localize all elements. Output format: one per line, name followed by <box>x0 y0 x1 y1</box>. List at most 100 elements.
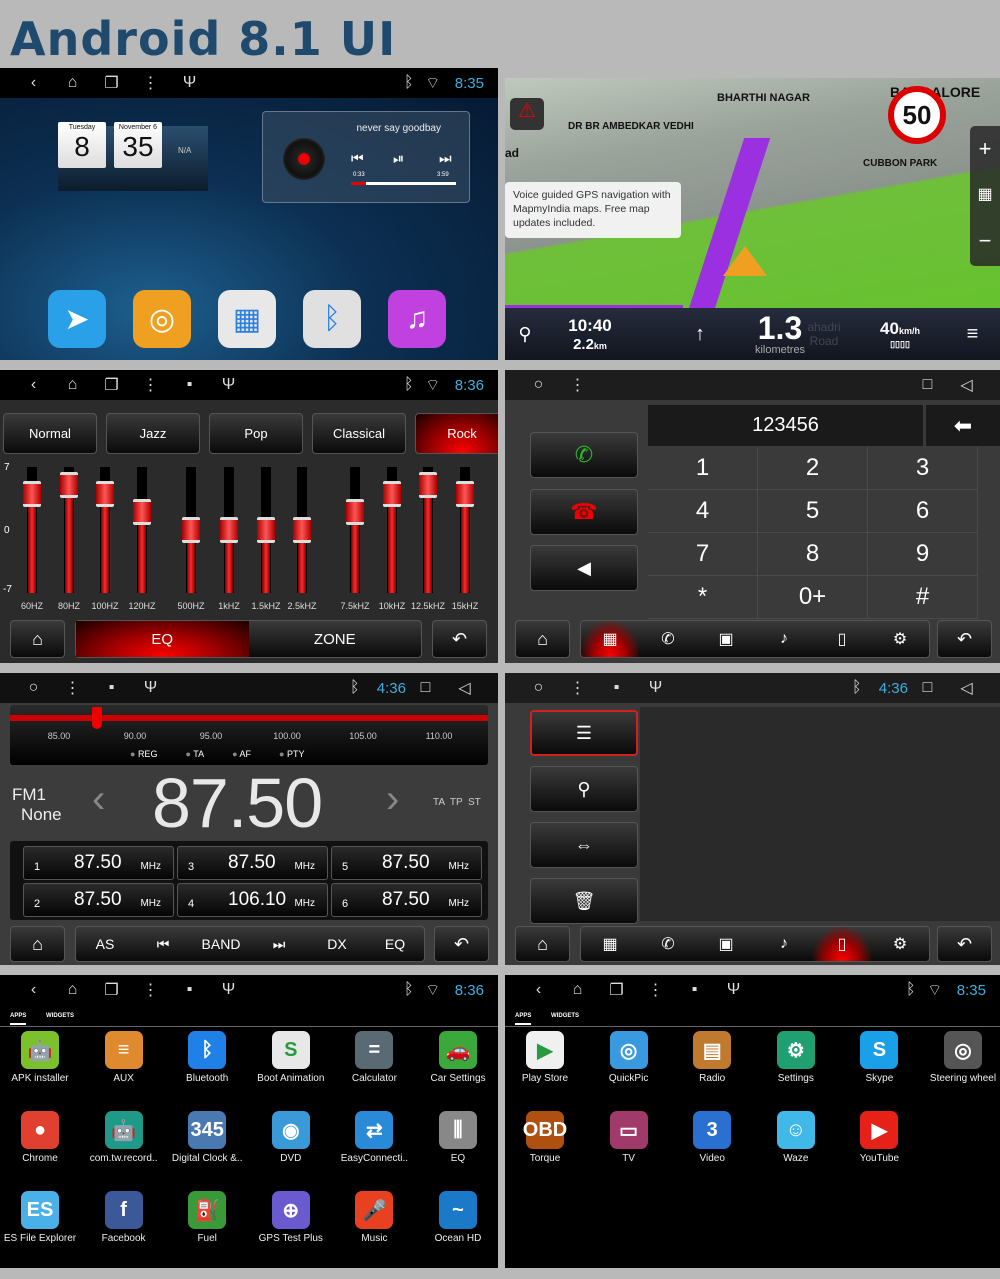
back-icon[interactable]: ‹ <box>14 74 53 92</box>
app-apk-installer[interactable]: 🤖 APK installer <box>0 1031 82 1084</box>
recents-icon[interactable]: ❐ <box>597 980 636 1000</box>
tab-apps[interactable]: APPS <box>515 1013 532 1025</box>
eq-band-slider[interactable] <box>293 467 311 593</box>
tab-eq[interactable]: EQ <box>76 621 249 657</box>
menu-icon[interactable]: ⋮ <box>131 73 170 93</box>
key-*[interactable]: * <box>648 576 758 619</box>
dx-button[interactable]: DX <box>308 936 366 952</box>
connect-button[interactable]: ⇔ <box>530 822 638 868</box>
hang-up-button[interactable]: ☎ <box>530 489 638 535</box>
app-radio[interactable]: ▤ Radio <box>670 1031 754 1084</box>
dialed-number[interactable]: 123456 <box>648 405 923 446</box>
zoom-out-button[interactable]: − <box>970 218 1000 264</box>
app-video[interactable]: 3 Video <box>670 1111 754 1164</box>
search-button[interactable]: ⚲ <box>530 766 638 812</box>
eq-band-slider[interactable] <box>60 467 78 593</box>
previous-track-icon[interactable]: ⏮ <box>351 150 364 167</box>
app-eq[interactable]: ⫼ EQ <box>416 1111 498 1164</box>
seek-bar[interactable] <box>351 182 456 185</box>
music-disc-icon[interactable]: ◎ <box>133 290 191 348</box>
band-button[interactable]: BAND <box>192 936 250 952</box>
home-button[interactable]: ⌂ <box>10 926 65 962</box>
as-button[interactable]: AS <box>76 936 134 952</box>
app-ocean-hd[interactable]: ~ Ocean HD <box>416 1191 498 1244</box>
music-icon[interactable]: ♪ <box>755 927 813 961</box>
delete-button[interactable]: 🗑 <box>530 878 638 924</box>
eq-band-slider[interactable] <box>96 467 114 593</box>
app-quickpic[interactable]: ◎ QuickPic <box>587 1031 671 1084</box>
eq-band-slider[interactable] <box>133 467 151 593</box>
slider-knob[interactable] <box>23 481 41 507</box>
grid-icon[interactable]: ▦ <box>970 172 1000 218</box>
back-button[interactable]: ↶ <box>434 926 489 962</box>
app-com-tw-record[interactable]: 🤖 com.tw.record.. <box>82 1111 166 1164</box>
key-9[interactable]: 9 <box>868 533 978 576</box>
square-icon[interactable]: □ <box>908 679 947 697</box>
app-bluetooth[interactable]: ᛒ Bluetooth <box>165 1031 249 1084</box>
back-icon[interactable]: ‹ <box>14 981 53 999</box>
app-calculator[interactable]: = Calculator <box>332 1031 416 1084</box>
key-4[interactable]: 4 <box>648 490 758 533</box>
eq-band-slider[interactable] <box>220 467 238 593</box>
home-icon[interactable]: ⌂ <box>53 981 92 999</box>
app-fuel[interactable]: ⛽ Fuel <box>165 1191 249 1244</box>
menu-icon[interactable]: ⋮ <box>558 375 597 395</box>
app-car-settings[interactable]: 🚗 Car Settings <box>416 1031 498 1084</box>
zoom-in-button[interactable]: + <box>970 126 1000 172</box>
app-digital-clock[interactable]: 345 Digital Clock &.. <box>165 1111 249 1164</box>
backspace-button[interactable]: ⬅ <box>926 405 1000 446</box>
app-music[interactable]: 🎤 Music <box>332 1191 416 1244</box>
slider-knob[interactable] <box>60 472 78 498</box>
menu-icon[interactable]: ⋮ <box>53 678 92 698</box>
home-icon[interactable]: ⌂ <box>53 376 92 394</box>
slider-knob[interactable] <box>383 481 401 507</box>
home-icon[interactable]: ⌂ <box>53 74 92 92</box>
circle-icon[interactable]: ○ <box>519 679 558 697</box>
app-waze[interactable]: ☺ Waze <box>754 1111 838 1164</box>
eq-band-slider[interactable] <box>257 467 275 593</box>
app-gps-test-plus[interactable]: ⊕ GPS Test Plus <box>249 1191 333 1244</box>
key-8[interactable]: 8 <box>758 533 868 576</box>
square-icon[interactable]: □ <box>908 376 947 394</box>
app-steering-wheel[interactable]: ◎ Steering wheel <box>921 1031 1000 1084</box>
recents-icon[interactable]: ❐ <box>92 980 131 1000</box>
key-1[interactable]: 1 <box>648 447 758 490</box>
preset-2[interactable]: 2 87.50 MHz <box>23 883 174 917</box>
menu-icon[interactable]: ⋮ <box>636 980 675 1000</box>
preset-5[interactable]: 5 87.50 MHz <box>331 846 482 880</box>
app-facebook[interactable]: f Facebook <box>82 1191 166 1244</box>
slider-knob[interactable] <box>182 517 200 543</box>
clock-widget[interactable]: Tuesday 8 November 6 35 N/A <box>58 122 208 191</box>
key-3[interactable]: 3 <box>868 447 978 490</box>
app-chrome[interactable]: ● Chrome <box>0 1111 82 1164</box>
back-triangle-icon[interactable]: ◁ <box>445 678 484 698</box>
device-icon[interactable]: ▯ <box>813 927 871 961</box>
home-icon[interactable]: ⌂ <box>558 981 597 999</box>
key-5[interactable]: 5 <box>758 490 868 533</box>
back-button[interactable]: ↶ <box>937 620 992 658</box>
next-track-icon[interactable]: ⏭ <box>439 150 452 167</box>
square-icon[interactable]: □ <box>406 679 445 697</box>
slider-knob[interactable] <box>133 499 151 525</box>
key-7[interactable]: 7 <box>648 533 758 576</box>
app-skype[interactable]: S Skype <box>837 1031 921 1084</box>
search-icon[interactable]: ⚲ <box>505 324 545 345</box>
dialpad-icon[interactable]: ▦ <box>581 621 639 657</box>
eq-band-slider[interactable] <box>419 467 437 593</box>
settings-icon[interactable]: ⚙ <box>871 621 929 657</box>
slider-knob[interactable] <box>293 517 311 543</box>
option-af[interactable]: ● AF <box>232 749 251 759</box>
slider-knob[interactable] <box>419 472 437 498</box>
preset-1[interactable]: 1 87.50 MHz <box>23 846 174 880</box>
play-pause-icon[interactable]: ⏯ <box>393 150 404 167</box>
app-aux[interactable]: ≡ AUX <box>82 1031 166 1084</box>
app-torque[interactable]: OBD Torque <box>505 1111 587 1164</box>
list-button[interactable]: ☰ <box>530 710 638 756</box>
map-view[interactable]: BHARTHI NAGAR DR BR AMBEDKAR VEDHI CUBBO… <box>505 78 1000 318</box>
slider-knob[interactable] <box>96 481 114 507</box>
app-boot-animation[interactable]: S Boot Animation <box>249 1031 333 1084</box>
hamburger-menu-icon[interactable]: ≡ <box>945 323 1000 346</box>
seek-up-button[interactable]: › <box>386 777 399 822</box>
preset-6[interactable]: 6 87.50 MHz <box>331 883 482 917</box>
app-youtube[interactable]: ▶ YouTube <box>837 1111 921 1164</box>
